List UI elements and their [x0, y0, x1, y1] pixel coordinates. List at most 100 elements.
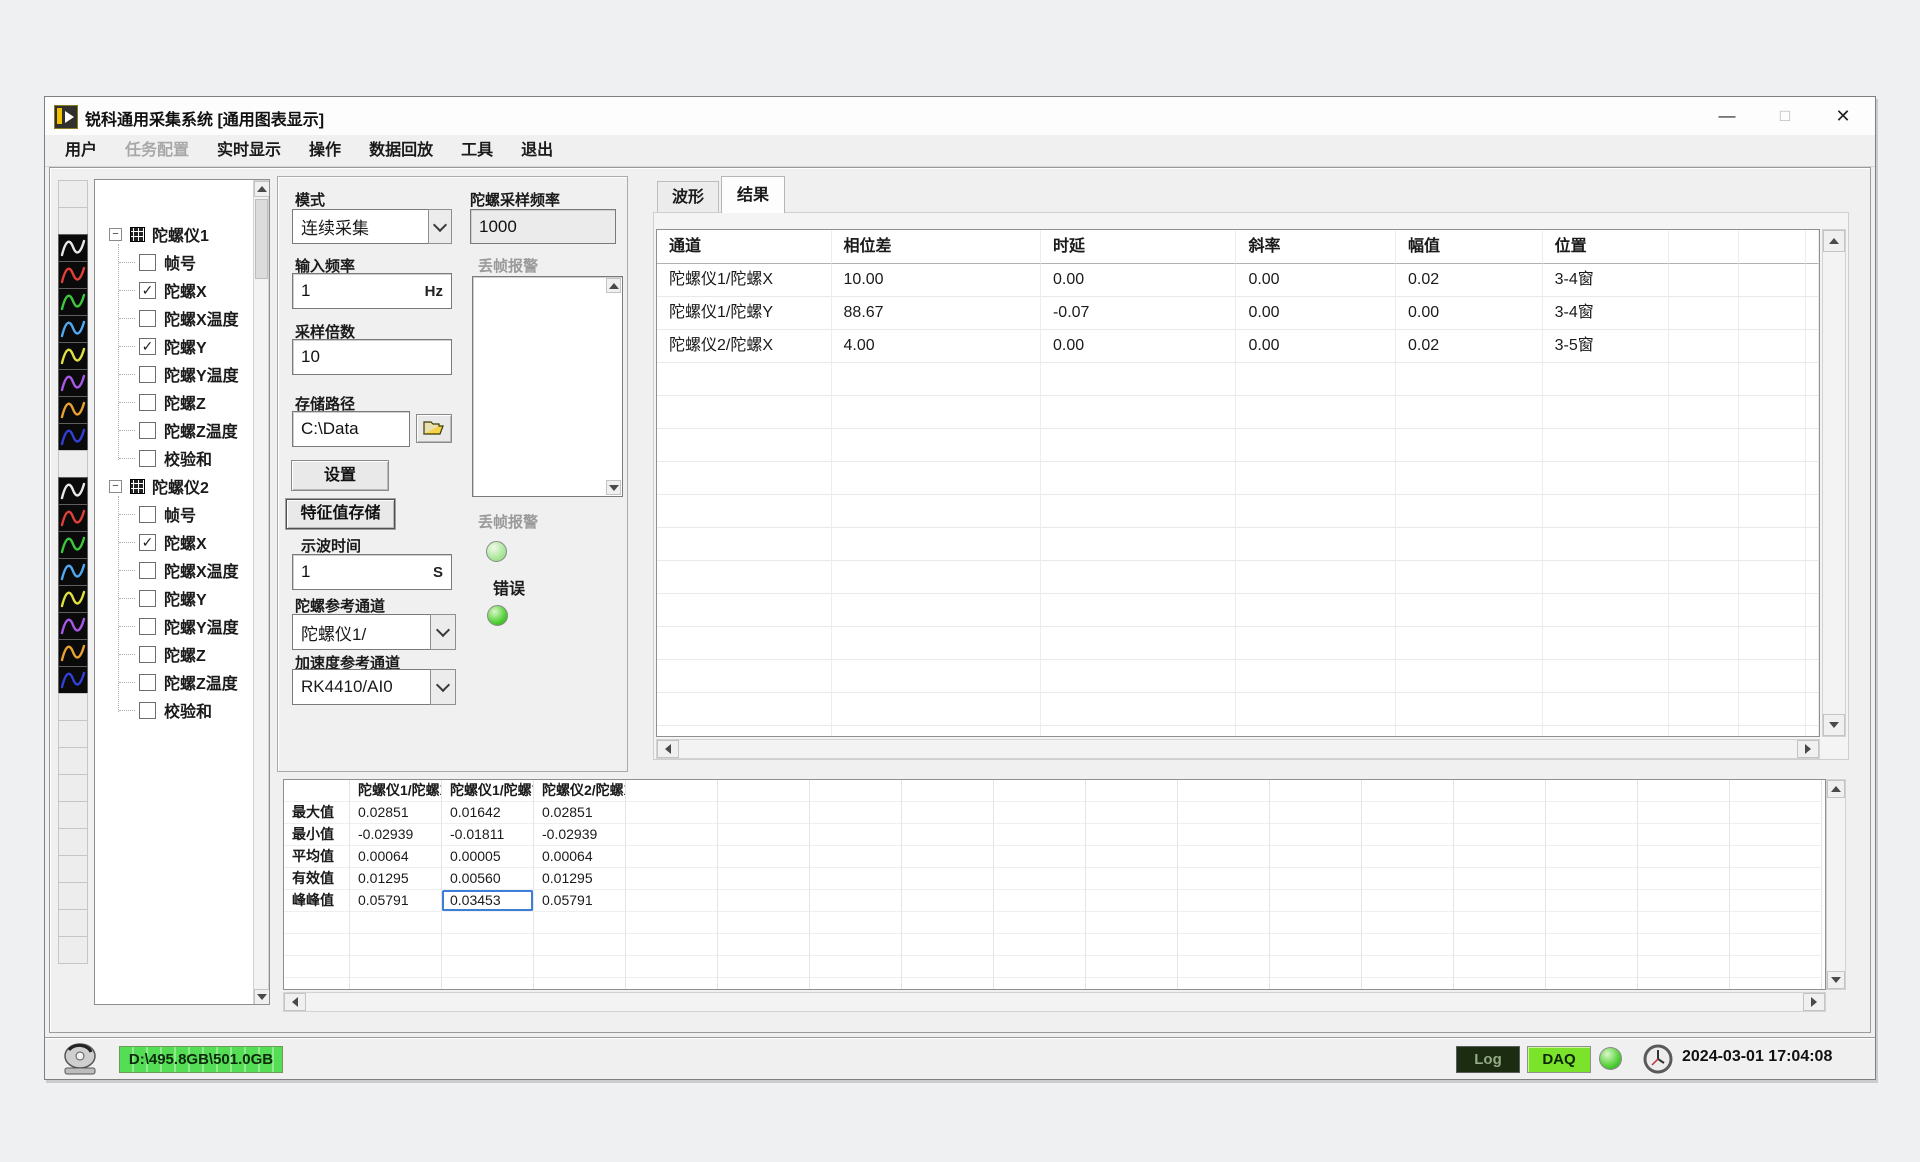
scroll-down-icon[interactable]: [254, 989, 270, 1005]
gyro-sample-rate-field[interactable]: [479, 217, 607, 237]
tree-item[interactable]: 陀螺Y: [101, 584, 259, 612]
mode-select-arrow[interactable]: [428, 209, 452, 244]
stats-cell[interactable]: [1454, 890, 1546, 912]
stats-cell[interactable]: [810, 890, 902, 912]
tab-waveform[interactable]: 波形: [657, 181, 719, 212]
checkbox[interactable]: [139, 590, 156, 607]
stats-cell[interactable]: [442, 956, 534, 978]
results-vscrollbar[interactable]: [1822, 229, 1846, 737]
stats-cell[interactable]: 0.03453: [442, 890, 534, 912]
scroll-up-icon[interactable]: [1827, 780, 1845, 798]
tree-item[interactable]: ✓陀螺X: [101, 276, 259, 304]
checkbox[interactable]: [139, 646, 156, 663]
storage-path-field[interactable]: [301, 419, 401, 439]
stats-cell[interactable]: [718, 802, 810, 824]
stats-cell[interactable]: [1730, 912, 1822, 934]
menu-item-3[interactable]: 实时显示: [203, 135, 295, 167]
stats-cell[interactable]: [1178, 956, 1270, 978]
stats-row-label[interactable]: 最小值: [284, 824, 350, 846]
stats-cell[interactable]: [1270, 846, 1362, 868]
stats-cell[interactable]: [442, 934, 534, 956]
stats-cell[interactable]: [718, 934, 810, 956]
stats-cell[interactable]: 0.01642: [442, 802, 534, 824]
browse-folder-button[interactable]: [416, 414, 452, 443]
sample-multiple-field[interactable]: [301, 347, 443, 367]
stats-cell[interactable]: 0.00560: [442, 868, 534, 890]
tree-item[interactable]: 陀螺X温度: [101, 304, 259, 332]
scroll-down-icon[interactable]: [1827, 971, 1845, 989]
stats-cell[interactable]: [718, 868, 810, 890]
stats-cell[interactable]: [1178, 978, 1270, 990]
stats-cell[interactable]: [1730, 824, 1822, 846]
stats-cell[interactable]: [626, 890, 718, 912]
stats-cell[interactable]: [718, 846, 810, 868]
stats-cell[interactable]: [1454, 868, 1546, 890]
stats-row-label[interactable]: [284, 978, 350, 990]
stats-cell[interactable]: [1086, 978, 1178, 990]
tree-item[interactable]: ✓陀螺Y: [101, 332, 259, 360]
stats-cell[interactable]: [902, 956, 994, 978]
tree-item[interactable]: 校验和: [101, 444, 259, 472]
stats-cell[interactable]: [1454, 846, 1546, 868]
checkbox[interactable]: [139, 506, 156, 523]
stats-cell[interactable]: 0.05791: [350, 890, 442, 912]
stats-cell[interactable]: [718, 824, 810, 846]
stats-cell[interactable]: [626, 978, 718, 990]
scroll-up-icon[interactable]: [254, 181, 270, 197]
stats-cell[interactable]: [442, 978, 534, 990]
checkbox[interactable]: ✓: [139, 534, 156, 551]
feature-value-store-button[interactable]: 特征值存储: [286, 499, 395, 529]
stats-cell[interactable]: [902, 890, 994, 912]
stats-cell[interactable]: [1638, 824, 1730, 846]
stats-cell[interactable]: [810, 978, 902, 990]
stats-cell[interactable]: [1730, 802, 1822, 824]
stats-row-label[interactable]: [284, 934, 350, 956]
stats-cell[interactable]: [626, 802, 718, 824]
stats-cell[interactable]: [1086, 956, 1178, 978]
tree-item[interactable]: 陀螺Z温度: [101, 668, 259, 696]
tree-scrollbar[interactable]: [253, 180, 269, 1004]
scroll-up-icon[interactable]: [1823, 230, 1845, 252]
stats-cell[interactable]: [1086, 824, 1178, 846]
stats-cell[interactable]: [994, 846, 1086, 868]
stats-cell[interactable]: [994, 912, 1086, 934]
stats-cell[interactable]: [350, 978, 442, 990]
scroll-up-icon[interactable]: [606, 278, 621, 293]
stats-cell[interactable]: [350, 912, 442, 934]
tree-item[interactable]: 陀螺Y温度: [101, 360, 259, 388]
waveform-icon[interactable]: [58, 585, 88, 613]
stats-cell[interactable]: [534, 978, 626, 990]
scroll-down-icon[interactable]: [606, 480, 621, 495]
stats-cell[interactable]: [1178, 846, 1270, 868]
stats-cell[interactable]: [1086, 912, 1178, 934]
scroll-right-icon[interactable]: [1797, 740, 1819, 758]
stats-cell[interactable]: [1362, 868, 1454, 890]
stats-cell[interactable]: [1454, 934, 1546, 956]
stats-cell[interactable]: [1270, 912, 1362, 934]
stats-cell[interactable]: [1178, 868, 1270, 890]
stats-cell[interactable]: [1178, 890, 1270, 912]
menu-item-1[interactable]: 用户: [51, 135, 111, 167]
stats-row-label[interactable]: 有效值: [284, 868, 350, 890]
waveform-icon[interactable]: [58, 288, 88, 316]
scroll-right-icon[interactable]: [1803, 993, 1825, 1011]
stats-cell[interactable]: [1362, 934, 1454, 956]
tree-item[interactable]: 校验和: [101, 696, 259, 724]
collapse-expander-icon[interactable]: −: [109, 228, 122, 241]
mode-select[interactable]: 连续采集: [292, 209, 429, 244]
stats-cell[interactable]: [902, 802, 994, 824]
stats-cell[interactable]: [1270, 934, 1362, 956]
daq-indicator[interactable]: DAQ: [1527, 1046, 1591, 1073]
stats-cell[interactable]: [994, 868, 1086, 890]
tree-group-row[interactable]: −陀螺仪2: [101, 472, 259, 500]
stats-cell[interactable]: [718, 978, 810, 990]
stats-cell[interactable]: [1362, 912, 1454, 934]
tree-group-row[interactable]: −陀螺仪1: [101, 220, 259, 248]
tree-item[interactable]: 陀螺Z: [101, 388, 259, 416]
stats-cell[interactable]: [1638, 956, 1730, 978]
stats-cell[interactable]: [810, 956, 902, 978]
stats-cell[interactable]: [810, 934, 902, 956]
stats-cell[interactable]: [1638, 890, 1730, 912]
stats-cell[interactable]: [626, 956, 718, 978]
stats-row-label[interactable]: 平均值: [284, 846, 350, 868]
